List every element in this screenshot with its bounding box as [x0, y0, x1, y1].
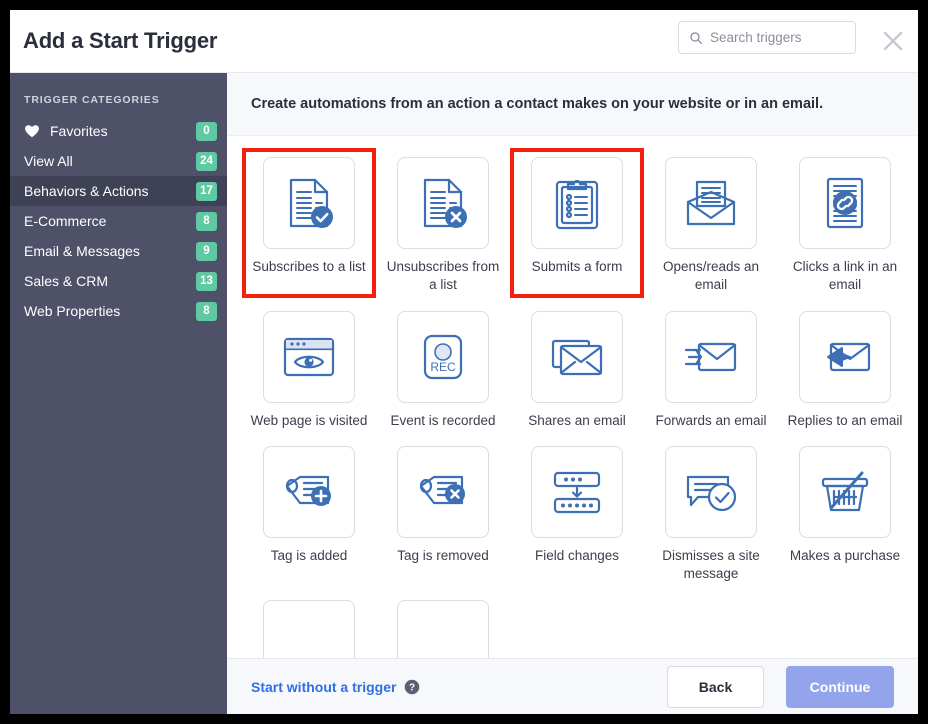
sidebar-item-web-properties[interactable]: Web Properties8 [10, 296, 227, 326]
trigger-card-label: Submits a form [532, 258, 623, 276]
trigger-card-makes-a-purchase[interactable]: Makes a purchase [778, 437, 912, 583]
envelope-reply-icon [799, 311, 891, 403]
svg-text:?: ? [409, 682, 415, 693]
sidebar-item-badge: 8 [196, 302, 217, 321]
sidebar-item-badge: 13 [196, 272, 217, 291]
sidebar-item-e-commerce[interactable]: E-Commerce8 [10, 206, 227, 236]
trigger-card-forwards-an-email[interactable]: Forwards an email [644, 302, 778, 430]
sidebar-item-email-messages[interactable]: Email & Messages9 [10, 236, 227, 266]
trigger-card-partial[interactable] [242, 591, 376, 658]
trigger-card-submits-a-form[interactable]: Submits a form [510, 148, 644, 298]
stacked-envelopes-icon [531, 311, 623, 403]
trigger-card-opens-reads-an-email[interactable]: Opens/reads an email [644, 148, 778, 294]
sidebar-item-sales-crm[interactable]: Sales & CRM13 [10, 266, 227, 296]
trigger-card-label: Subscribes to a list [252, 258, 365, 276]
trigger-card-label: Replies to an email [788, 412, 903, 430]
dialog-window: Add a Start Trigger TRIGGER CATEGORIES F… [10, 10, 918, 714]
clipboard-list-icon [531, 157, 623, 249]
sidebar-item-label: E-Commerce [24, 213, 196, 229]
main-panel: Create automations from an action a cont… [227, 73, 918, 658]
trigger-card-label: Dismisses a site message [652, 547, 770, 583]
envelope-forward-icon [665, 311, 757, 403]
trigger-card-label: Web page is visited [251, 412, 368, 430]
sidebar-item-badge: 24 [196, 152, 217, 171]
sidebar-item-badge: 8 [196, 212, 217, 231]
sidebar-item-favorites[interactable]: Favorites0 [10, 116, 227, 146]
trigger-card-tag-is-removed[interactable]: Tag is removed [376, 437, 510, 583]
trigger-card-partial[interactable] [376, 591, 510, 658]
partial-tile-icon [397, 600, 489, 658]
trigger-card-subscribes-to-a-list[interactable]: Subscribes to a list [242, 148, 376, 298]
trigger-card-label: Unsubscribes from a list [384, 258, 502, 294]
search-icon [689, 31, 703, 45]
help-circle-icon[interactable]: ? [404, 679, 420, 695]
tag-plus-icon [263, 446, 355, 538]
trigger-card-clicks-a-link-in-an-email[interactable]: Clicks a link in an email [778, 148, 912, 294]
trigger-card-dismisses-a-site-message[interactable]: Dismisses a site message [644, 437, 778, 583]
close-icon[interactable] [882, 30, 904, 52]
browser-eye-icon [263, 311, 355, 403]
sidebar-item-label: Favorites [50, 123, 196, 139]
sidebar: TRIGGER CATEGORIES Favorites0View All24B… [10, 73, 227, 714]
sidebar-item-badge: 9 [196, 242, 217, 261]
sidebar-item-label: Behaviors & Actions [24, 183, 196, 199]
document-check-icon [263, 157, 355, 249]
start-without-trigger-link[interactable]: Start without a trigger [251, 679, 396, 695]
sidebar-heading: TRIGGER CATEGORIES [10, 73, 227, 116]
subtitle-bar: Create automations from an action a cont… [227, 73, 918, 136]
continue-button[interactable]: Continue [786, 666, 894, 708]
trigger-card-shares-an-email[interactable]: Shares an email [510, 302, 644, 430]
tag-x-icon [397, 446, 489, 538]
sidebar-item-badge: 0 [196, 122, 217, 141]
sidebar-item-label: Email & Messages [24, 243, 196, 259]
trigger-card-label: Shares an email [528, 412, 626, 430]
open-envelope-icon [665, 157, 757, 249]
document-x-icon [397, 157, 489, 249]
search-input[interactable] [710, 30, 850, 45]
svg-text:REC: REC [430, 360, 456, 374]
heart-icon [24, 124, 40, 138]
trigger-card-label: Makes a purchase [790, 547, 900, 565]
sidebar-item-label: View All [24, 153, 196, 169]
search-box[interactable] [678, 21, 856, 54]
dialog-footer: Start without a trigger ? Back Continue [227, 658, 918, 714]
sidebar-item-label: Sales & CRM [24, 273, 196, 289]
sidebar-item-view-all[interactable]: View All24 [10, 146, 227, 176]
trigger-card-label: Field changes [535, 547, 619, 565]
trigger-card-label: Event is recorded [390, 412, 495, 430]
trigger-card-replies-to-an-email[interactable]: Replies to an email [778, 302, 912, 430]
trigger-card-label: Opens/reads an email [652, 258, 770, 294]
back-button[interactable]: Back [667, 666, 764, 708]
trigger-card-web-page-is-visited[interactable]: Web page is visited [242, 302, 376, 430]
sidebar-item-badge: 17 [196, 182, 217, 201]
panel-subtitle: Create automations from an action a cont… [251, 96, 823, 112]
page-title: Add a Start Trigger [23, 28, 217, 54]
trigger-card-tag-is-added[interactable]: Tag is added [242, 437, 376, 583]
trigger-card-label: Tag is added [271, 547, 348, 565]
chat-check-icon [665, 446, 757, 538]
rec-button-icon: REC [397, 311, 489, 403]
partial-tile-icon [263, 600, 355, 658]
sidebar-item-label: Web Properties [24, 303, 196, 319]
trigger-grid: Subscribes to a list Unsubscribes from a… [227, 136, 918, 658]
document-link-icon [799, 157, 891, 249]
dialog-header: Add a Start Trigger [10, 10, 918, 73]
basket-icon [799, 446, 891, 538]
sidebar-item-behaviors-actions[interactable]: Behaviors & Actions17 [10, 176, 227, 206]
trigger-card-label: Clicks a link in an email [786, 258, 904, 294]
trigger-card-field-changes[interactable]: Field changes [510, 437, 644, 583]
trigger-card-label: Tag is removed [397, 547, 489, 565]
trigger-card-event-is-recorded[interactable]: REC Event is recorded [376, 302, 510, 430]
trigger-card-unsubscribes-from-a-list[interactable]: Unsubscribes from a list [376, 148, 510, 294]
trigger-card-label: Forwards an email [655, 412, 766, 430]
field-change-icon [531, 446, 623, 538]
